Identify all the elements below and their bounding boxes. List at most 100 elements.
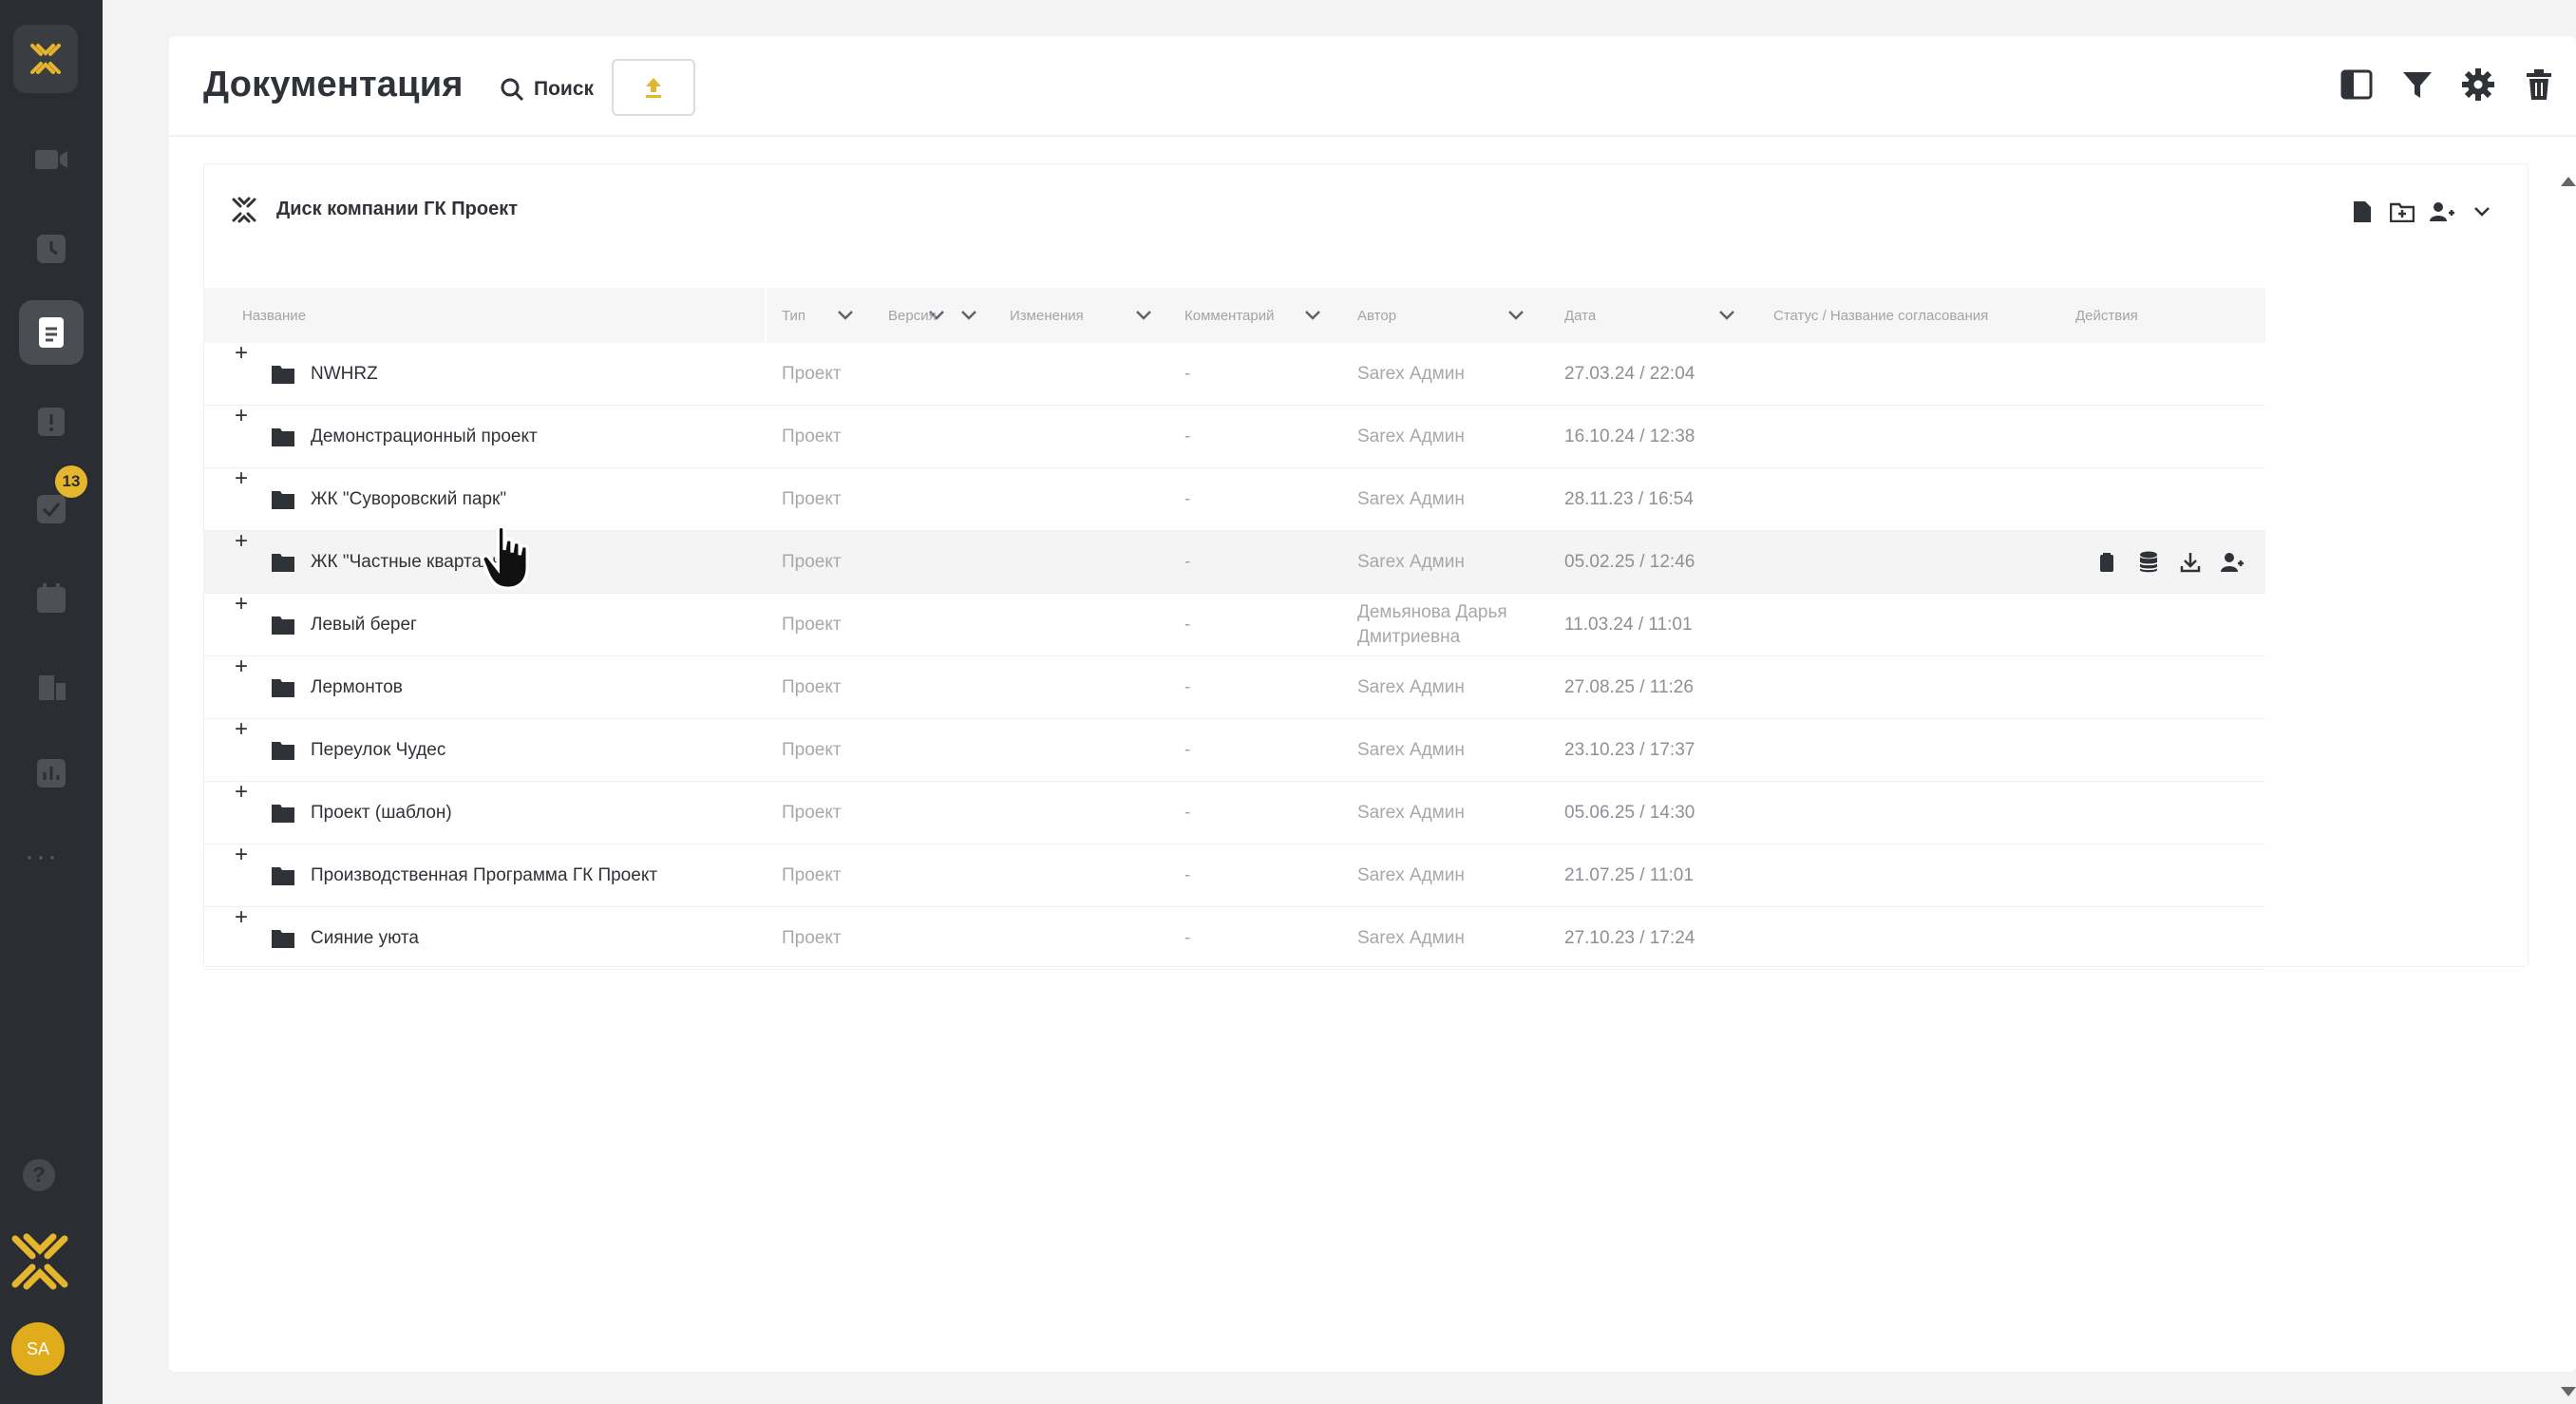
row-name[interactable]: NWHRZ — [311, 343, 378, 405]
row-date: 11.03.24 / 11:01 — [1564, 614, 1693, 635]
row-download-button[interactable] — [2178, 550, 2203, 575]
hand-cursor-icon — [481, 524, 529, 590]
building-icon — [39, 675, 66, 700]
row-name[interactable]: Демонстрационный проект — [311, 406, 538, 467]
expand-row-button[interactable]: + — [231, 842, 252, 867]
table-row[interactable]: + Сияние уюта Проект - Sarex Админ 27.10… — [204, 904, 2265, 970]
more-menu-button[interactable]: ··· — [25, 841, 59, 873]
column-author[interactable]: Автор — [1357, 288, 1525, 343]
sidebar-item-documents[interactable] — [19, 300, 84, 365]
row-comment: - — [1184, 426, 1191, 446]
search-label: Поиск — [534, 78, 595, 100]
column-author-label: Автор — [1357, 307, 1397, 324]
row-type: Проект — [782, 363, 842, 384]
row-date: 05.02.25 / 12:46 — [1564, 551, 1695, 572]
expand-row-button[interactable]: + — [231, 591, 252, 617]
row-author: Sarex Админ — [1357, 363, 1465, 384]
column-version[interactable]: Версия — [888, 288, 977, 343]
users-icon — [2430, 202, 2454, 221]
file-icon — [2354, 201, 2371, 222]
settings-button[interactable] — [2460, 66, 2496, 103]
page-title: Документация — [203, 65, 464, 104]
sidebar-item-alerts[interactable] — [19, 389, 84, 454]
column-date[interactable]: Дата — [1564, 288, 1735, 343]
table-row[interactable]: + Демонстрационный проект Проект - Sarex… — [204, 403, 2265, 468]
help-button[interactable]: ? — [23, 1159, 55, 1191]
sidebar-item-history[interactable] — [19, 217, 84, 281]
row-type: Проект — [782, 739, 842, 760]
folder-plus-icon — [2390, 202, 2415, 222]
sidebar-item-video[interactable] — [19, 127, 84, 192]
panel-collapse-button[interactable] — [2469, 199, 2495, 225]
clock-icon — [37, 235, 66, 263]
report-icon — [37, 759, 66, 787]
row-date: 27.03.24 / 22:04 — [1564, 363, 1695, 384]
column-changes[interactable]: Изменения — [1010, 288, 1152, 343]
row-name[interactable]: ЖК "Суворовский парк" — [311, 468, 506, 530]
upload-button[interactable] — [612, 59, 695, 116]
folder-icon — [271, 343, 295, 405]
row-date: 27.08.25 / 11:26 — [1564, 676, 1694, 697]
row-name[interactable]: Проект (шаблон) — [311, 782, 452, 844]
expand-row-button[interactable]: + — [231, 904, 252, 930]
scroll-up-arrow[interactable] — [2561, 177, 2576, 186]
table-row[interactable]: + Переулок Чудес Проект - Sarex Админ 23… — [204, 716, 2265, 782]
table-header: Название Тип Версия Изменения Комментари… — [204, 288, 2265, 343]
new-folder-button[interactable] — [2389, 199, 2415, 225]
row-type: Проект — [782, 614, 842, 635]
column-comment[interactable]: Комментарий — [1184, 288, 1321, 343]
company-disk-icon — [232, 197, 256, 223]
row-name[interactable]: Производственная Программа ГК Проект — [311, 844, 657, 906]
row-access-button[interactable] — [2220, 550, 2245, 575]
row-comment: - — [1184, 927, 1191, 948]
video-icon — [35, 150, 67, 169]
table-row[interactable]: + Производственная Программа ГК Проект П… — [204, 842, 2265, 907]
row-actions — [2094, 531, 2245, 593]
row-name[interactable]: Левый берег — [311, 594, 417, 655]
alert-icon — [38, 408, 65, 436]
sidebar-item-calendar[interactable] — [19, 566, 84, 631]
column-status[interactable]: Статус / Название согласования — [1773, 288, 2058, 343]
table-row[interactable]: + Проект (шаблон) Проект - Sarex Админ 0… — [204, 779, 2265, 844]
row-comment: - — [1184, 363, 1191, 384]
disk-panel-header: Диск компании ГК Проект — [204, 164, 2528, 254]
expand-row-button[interactable]: + — [231, 340, 252, 366]
filter-button[interactable] — [2399, 66, 2435, 103]
page-toolbar — [2339, 66, 2557, 103]
row-name[interactable]: Лермонтов — [311, 656, 403, 718]
expand-row-button[interactable]: + — [231, 465, 252, 491]
expand-row-button[interactable]: + — [231, 716, 252, 742]
row-date: 21.07.25 / 11:01 — [1564, 864, 1694, 885]
delete-button[interactable] — [2521, 66, 2557, 103]
search-button[interactable]: Поиск — [500, 68, 594, 110]
row-name[interactable]: Переулок Чудес — [311, 719, 445, 781]
table-row[interactable]: + Левый берег Проект - Демьянова Дарья Д… — [204, 591, 2265, 656]
row-clipboard-button[interactable] — [2094, 550, 2119, 575]
expand-row-button[interactable]: + — [231, 528, 252, 554]
panel-toggle-button[interactable] — [2339, 66, 2375, 103]
table-row[interactable]: + ЖК "Суворовский парк" Проект - Sarex А… — [204, 465, 2265, 531]
scroll-down-arrow[interactable] — [2561, 1387, 2576, 1396]
new-document-button[interactable] — [2349, 199, 2376, 225]
app-logo-button[interactable] — [13, 25, 78, 93]
row-archive-button[interactable] — [2136, 550, 2161, 575]
expand-row-button[interactable]: + — [231, 654, 252, 679]
expand-row-button[interactable]: + — [231, 403, 252, 428]
folder-icon — [271, 907, 295, 969]
column-status-label: Статус / Название согласования — [1773, 307, 1989, 324]
chevron-down-icon — [1719, 311, 1734, 320]
user-avatar[interactable]: SA — [11, 1322, 65, 1376]
column-comment-label: Комментарий — [1184, 307, 1275, 324]
column-type[interactable]: Тип — [782, 288, 854, 343]
chevron-down-icon — [2474, 207, 2490, 217]
gear-icon — [2462, 68, 2494, 101]
table-row[interactable]: + Лермонтов Проект - Sarex Админ 27.08.2… — [204, 654, 2265, 719]
sidebar-item-objects[interactable] — [19, 654, 84, 718]
sidebar-item-reports[interactable] — [19, 741, 84, 806]
table-row[interactable]: + NWHRZ Проект - Sarex Админ 27.03.24 / … — [204, 340, 2265, 406]
database-icon — [2139, 551, 2158, 572]
expand-row-button[interactable]: + — [231, 779, 252, 805]
row-type: Проект — [782, 488, 842, 509]
row-name[interactable]: Сияние уюта — [311, 907, 419, 969]
access-rights-button[interactable] — [2429, 199, 2455, 225]
